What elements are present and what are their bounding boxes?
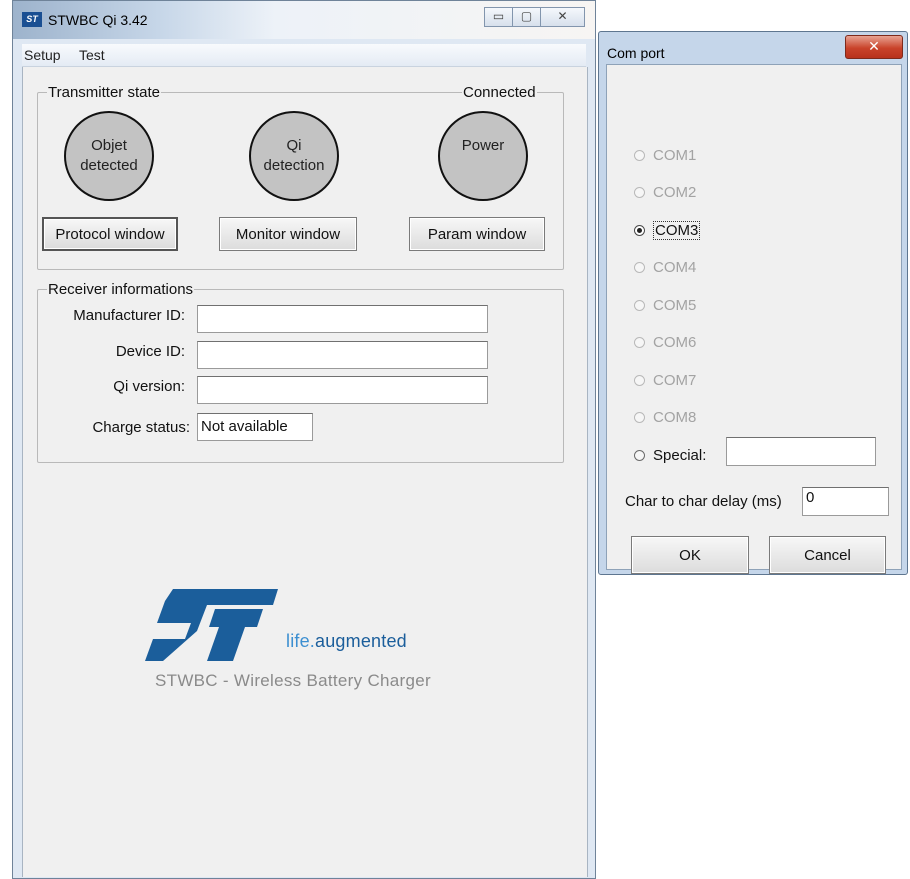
monitor-window-button[interactable]: Monitor window bbox=[219, 217, 357, 251]
com8-radio[interactable]: COM8 bbox=[634, 406, 696, 428]
menu-setup[interactable]: Setup bbox=[24, 47, 61, 63]
delay-field[interactable]: 0 bbox=[802, 487, 889, 516]
param-window-button[interactable]: Param window bbox=[409, 217, 545, 251]
dialog-client-area: COM1 COM2 COM3 COM4 COM5 COM6 COM7 COM8 … bbox=[606, 64, 902, 574]
com7-radio[interactable]: COM7 bbox=[634, 369, 696, 391]
cancel-button[interactable]: Cancel bbox=[769, 536, 886, 574]
power-indicator: Power bbox=[438, 111, 528, 201]
led-label: Objet bbox=[91, 137, 127, 154]
special-label: Special: bbox=[653, 446, 707, 464]
maximize-icon: ▢ bbox=[520, 9, 533, 23]
com6-radio[interactable]: COM6 bbox=[634, 331, 696, 353]
manufacturer-id-field[interactable] bbox=[197, 305, 488, 333]
transmitter-state-label: Transmitter state bbox=[47, 84, 161, 101]
com-port-dialog: Com port ✕ COM1 COM2 COM3 COM4 COM5 COM6… bbox=[598, 31, 908, 575]
close-icon: ✕ bbox=[868, 38, 880, 54]
com8-label: COM8 bbox=[653, 408, 697, 426]
maximize-button[interactable]: ▢ bbox=[512, 7, 541, 27]
tagline-augmented: augmented bbox=[315, 631, 407, 651]
radio-selected-icon bbox=[634, 224, 645, 236]
radio-icon bbox=[634, 411, 645, 423]
product-name: STWBC - Wireless Battery Charger bbox=[155, 671, 431, 690]
main-client-area: Transmitter state Connected Objet detecte… bbox=[22, 67, 588, 877]
radio-icon bbox=[634, 299, 645, 311]
app-icon: ST bbox=[22, 12, 42, 27]
tagline-life: life. bbox=[286, 631, 316, 651]
protocol-window-button[interactable]: Protocol window bbox=[42, 217, 178, 251]
com6-label: COM6 bbox=[653, 333, 697, 351]
led-label: detected bbox=[80, 157, 138, 174]
close-button[interactable]: ✕ bbox=[540, 7, 585, 27]
manufacturer-id-label: Manufacturer ID: bbox=[73, 307, 185, 324]
radio-icon bbox=[634, 449, 645, 461]
title-bar[interactable]: ST STWBC Qi 3.42 ▭ ▢ ✕ bbox=[13, 1, 595, 39]
led-label: detection bbox=[263, 157, 325, 174]
special-port-field[interactable] bbox=[726, 437, 876, 466]
minimize-button[interactable]: ▭ bbox=[484, 7, 513, 27]
com2-radio[interactable]: COM2 bbox=[634, 181, 696, 203]
dialog-close-button[interactable]: ✕ bbox=[845, 35, 903, 59]
objet-detected-indicator: Objet detected bbox=[64, 111, 154, 201]
com4-radio[interactable]: COM4 bbox=[634, 256, 696, 278]
delay-label: Char to char delay (ms) bbox=[625, 493, 782, 510]
led-label: Power bbox=[461, 137, 505, 154]
qi-version-label: Qi version: bbox=[113, 378, 185, 395]
window-title: STWBC Qi 3.42 bbox=[48, 12, 148, 28]
receiver-informations-label: Receiver informations bbox=[47, 281, 195, 298]
menu-bar: Setup Test bbox=[22, 44, 586, 67]
com1-radio[interactable]: COM1 bbox=[634, 144, 696, 166]
com3-label: COM3 bbox=[653, 220, 701, 240]
minimize-icon: ▭ bbox=[492, 9, 505, 23]
connection-status: Connected bbox=[462, 84, 537, 101]
qi-version-field[interactable] bbox=[197, 376, 488, 404]
radio-icon bbox=[634, 261, 645, 273]
ok-button[interactable]: OK bbox=[631, 536, 749, 574]
charge-status-label: Charge status: bbox=[92, 419, 190, 436]
com7-label: COM7 bbox=[653, 371, 697, 389]
special-radio[interactable]: Special: bbox=[634, 444, 706, 466]
radio-icon bbox=[634, 186, 645, 198]
com5-radio[interactable]: COM5 bbox=[634, 294, 696, 316]
com5-label: COM5 bbox=[653, 296, 697, 314]
tagline: life.augmented bbox=[286, 631, 407, 652]
charge-status-field[interactable]: Not available bbox=[197, 413, 313, 441]
com3-radio[interactable]: COM3 bbox=[634, 219, 701, 241]
close-icon: ✕ bbox=[557, 9, 568, 23]
radio-icon bbox=[634, 374, 645, 386]
st-logo-icon bbox=[145, 589, 278, 661]
window-controls: ▭ ▢ ✕ bbox=[484, 7, 585, 27]
device-id-field[interactable] bbox=[197, 341, 488, 369]
com2-label: COM2 bbox=[653, 183, 697, 201]
qi-detection-indicator: Qi detection bbox=[249, 111, 339, 201]
com4-label: COM4 bbox=[653, 258, 697, 276]
com1-label: COM1 bbox=[653, 146, 697, 164]
radio-icon bbox=[634, 336, 645, 348]
menu-test[interactable]: Test bbox=[79, 47, 105, 63]
dialog-title: Com port bbox=[607, 45, 665, 61]
branding-block: life.augmented STWBC - Wireless Battery … bbox=[145, 587, 445, 697]
main-window: ST STWBC Qi 3.42 ▭ ▢ ✕ Setup Test Transm… bbox=[12, 0, 596, 879]
radio-icon bbox=[634, 149, 645, 161]
device-id-label: Device ID: bbox=[115, 343, 185, 360]
led-label: Qi bbox=[286, 137, 302, 154]
